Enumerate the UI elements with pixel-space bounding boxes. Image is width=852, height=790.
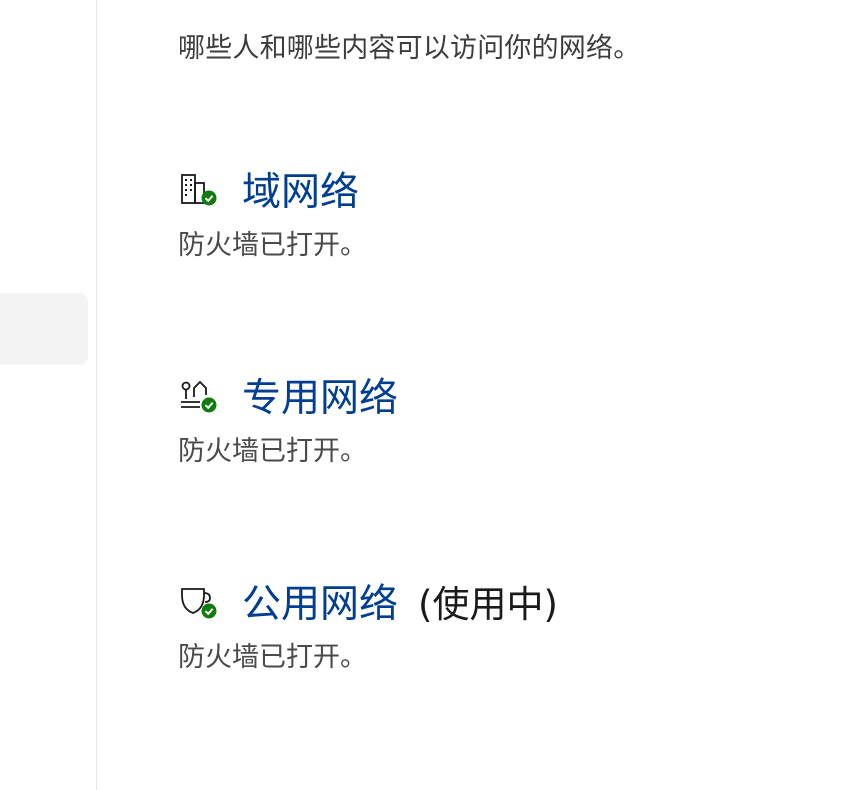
sidebar [0, 0, 97, 790]
in-use-label: (使用中) [418, 583, 558, 626]
domain-network-section: 域网络 防火墙已打开。 [178, 165, 367, 262]
domain-network-status: 防火墙已打开。 [178, 230, 367, 261]
private-network-status: 防火墙已打开。 [178, 436, 367, 467]
private-network-link[interactable]: 专用网络 [242, 367, 398, 423]
public-network-status: 防火墙已打开。 [178, 642, 367, 673]
public-network-section: 公用网络 (使用中) 防火墙已打开。 [178, 577, 558, 674]
domain-network-icon [181, 174, 217, 206]
public-network-icon [181, 588, 217, 619]
public-network-link[interactable]: 公用网络 [242, 573, 398, 629]
private-network-section: 专用网络 防火墙已打开。 [178, 371, 398, 468]
sidebar-selected-item[interactable] [0, 293, 88, 365]
private-network-icon [181, 380, 217, 413]
domain-network-link[interactable]: 域网络 [242, 161, 359, 217]
intro-text: 哪些人和哪些内容可以访问你的网络。 [178, 33, 641, 64]
